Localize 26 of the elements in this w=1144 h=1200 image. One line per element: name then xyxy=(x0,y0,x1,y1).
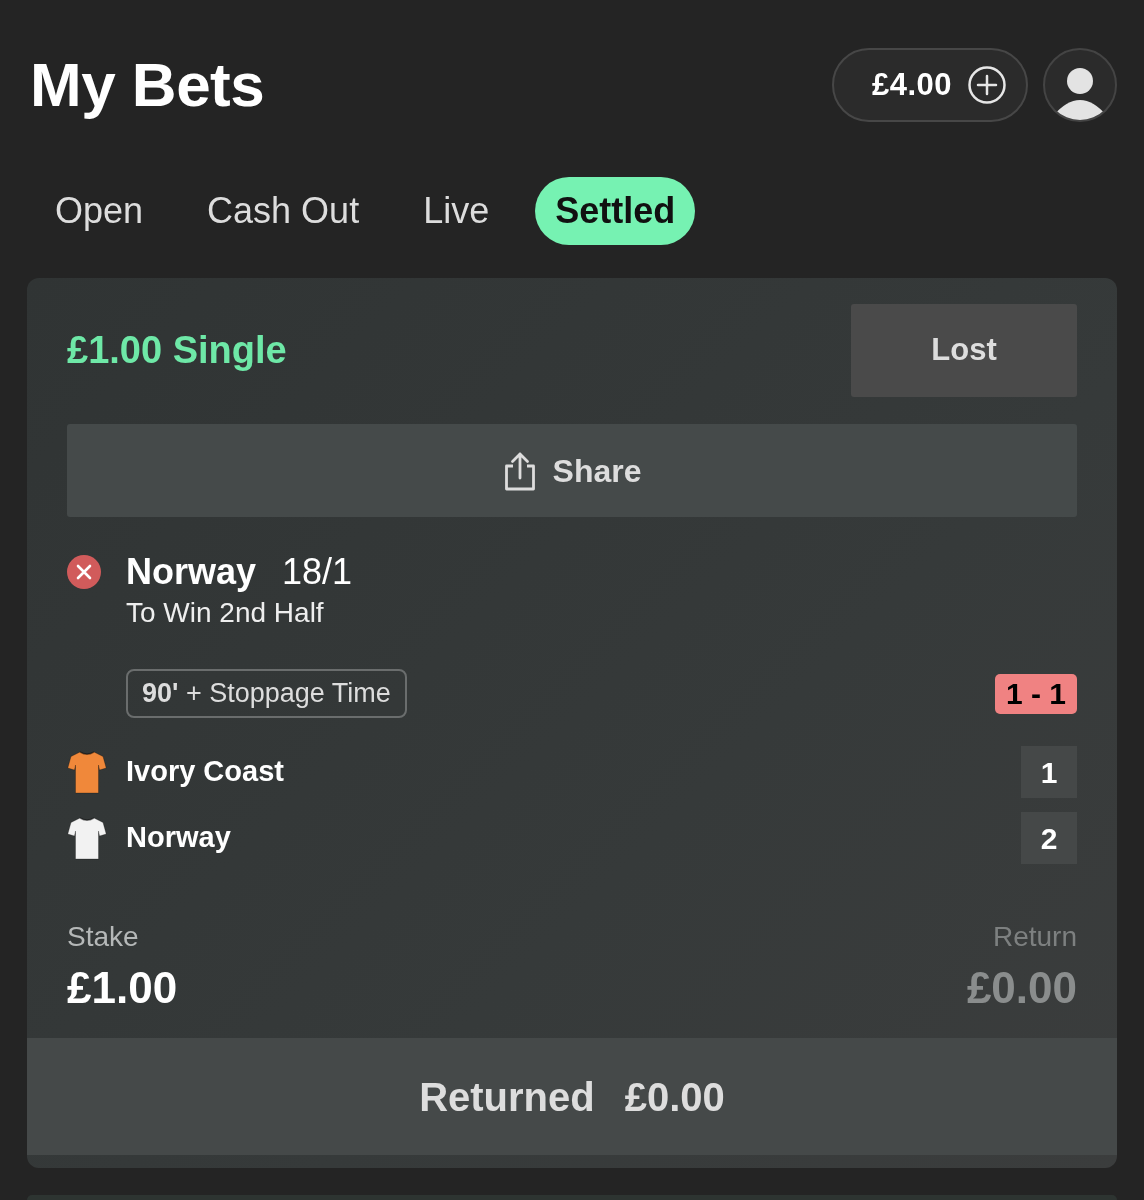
tab[interactable]: Live xyxy=(405,177,508,245)
team-name: Norway xyxy=(126,820,232,856)
return-amount: £0.00 xyxy=(966,962,1077,1014)
team-score: 2 xyxy=(1021,812,1077,864)
tab[interactable]: Cash Out xyxy=(189,177,378,245)
bet-title: £1.00 Single xyxy=(67,327,287,373)
page-title: My Bets xyxy=(30,49,265,121)
stake-amount: £1.00 xyxy=(67,962,178,1014)
tab[interactable]: Open xyxy=(37,177,162,245)
score-badge: 1 - 1 xyxy=(994,673,1077,714)
odds-text: 18/1 xyxy=(282,550,353,594)
tab[interactable]: Settled xyxy=(535,177,696,245)
stake-label: Stake xyxy=(67,920,140,954)
share-icon xyxy=(502,450,537,491)
returned-amount: £0.00 xyxy=(624,1073,725,1121)
returned-label: Returned xyxy=(419,1073,595,1121)
status-label: Lost xyxy=(851,304,1077,397)
period-badge: 90' + Stoppage Time xyxy=(126,669,407,718)
return-label: Return xyxy=(991,920,1077,954)
team-score: 1 xyxy=(1021,746,1077,798)
selection-name: Norway xyxy=(126,550,257,594)
share-button[interactable]: Share xyxy=(67,424,1077,517)
plus-icon xyxy=(968,66,1006,104)
balance-button[interactable]: £4.00 xyxy=(831,48,1028,122)
team-name: Ivory Coast xyxy=(126,754,285,790)
market-text: To Win 2nd Half xyxy=(126,596,325,630)
